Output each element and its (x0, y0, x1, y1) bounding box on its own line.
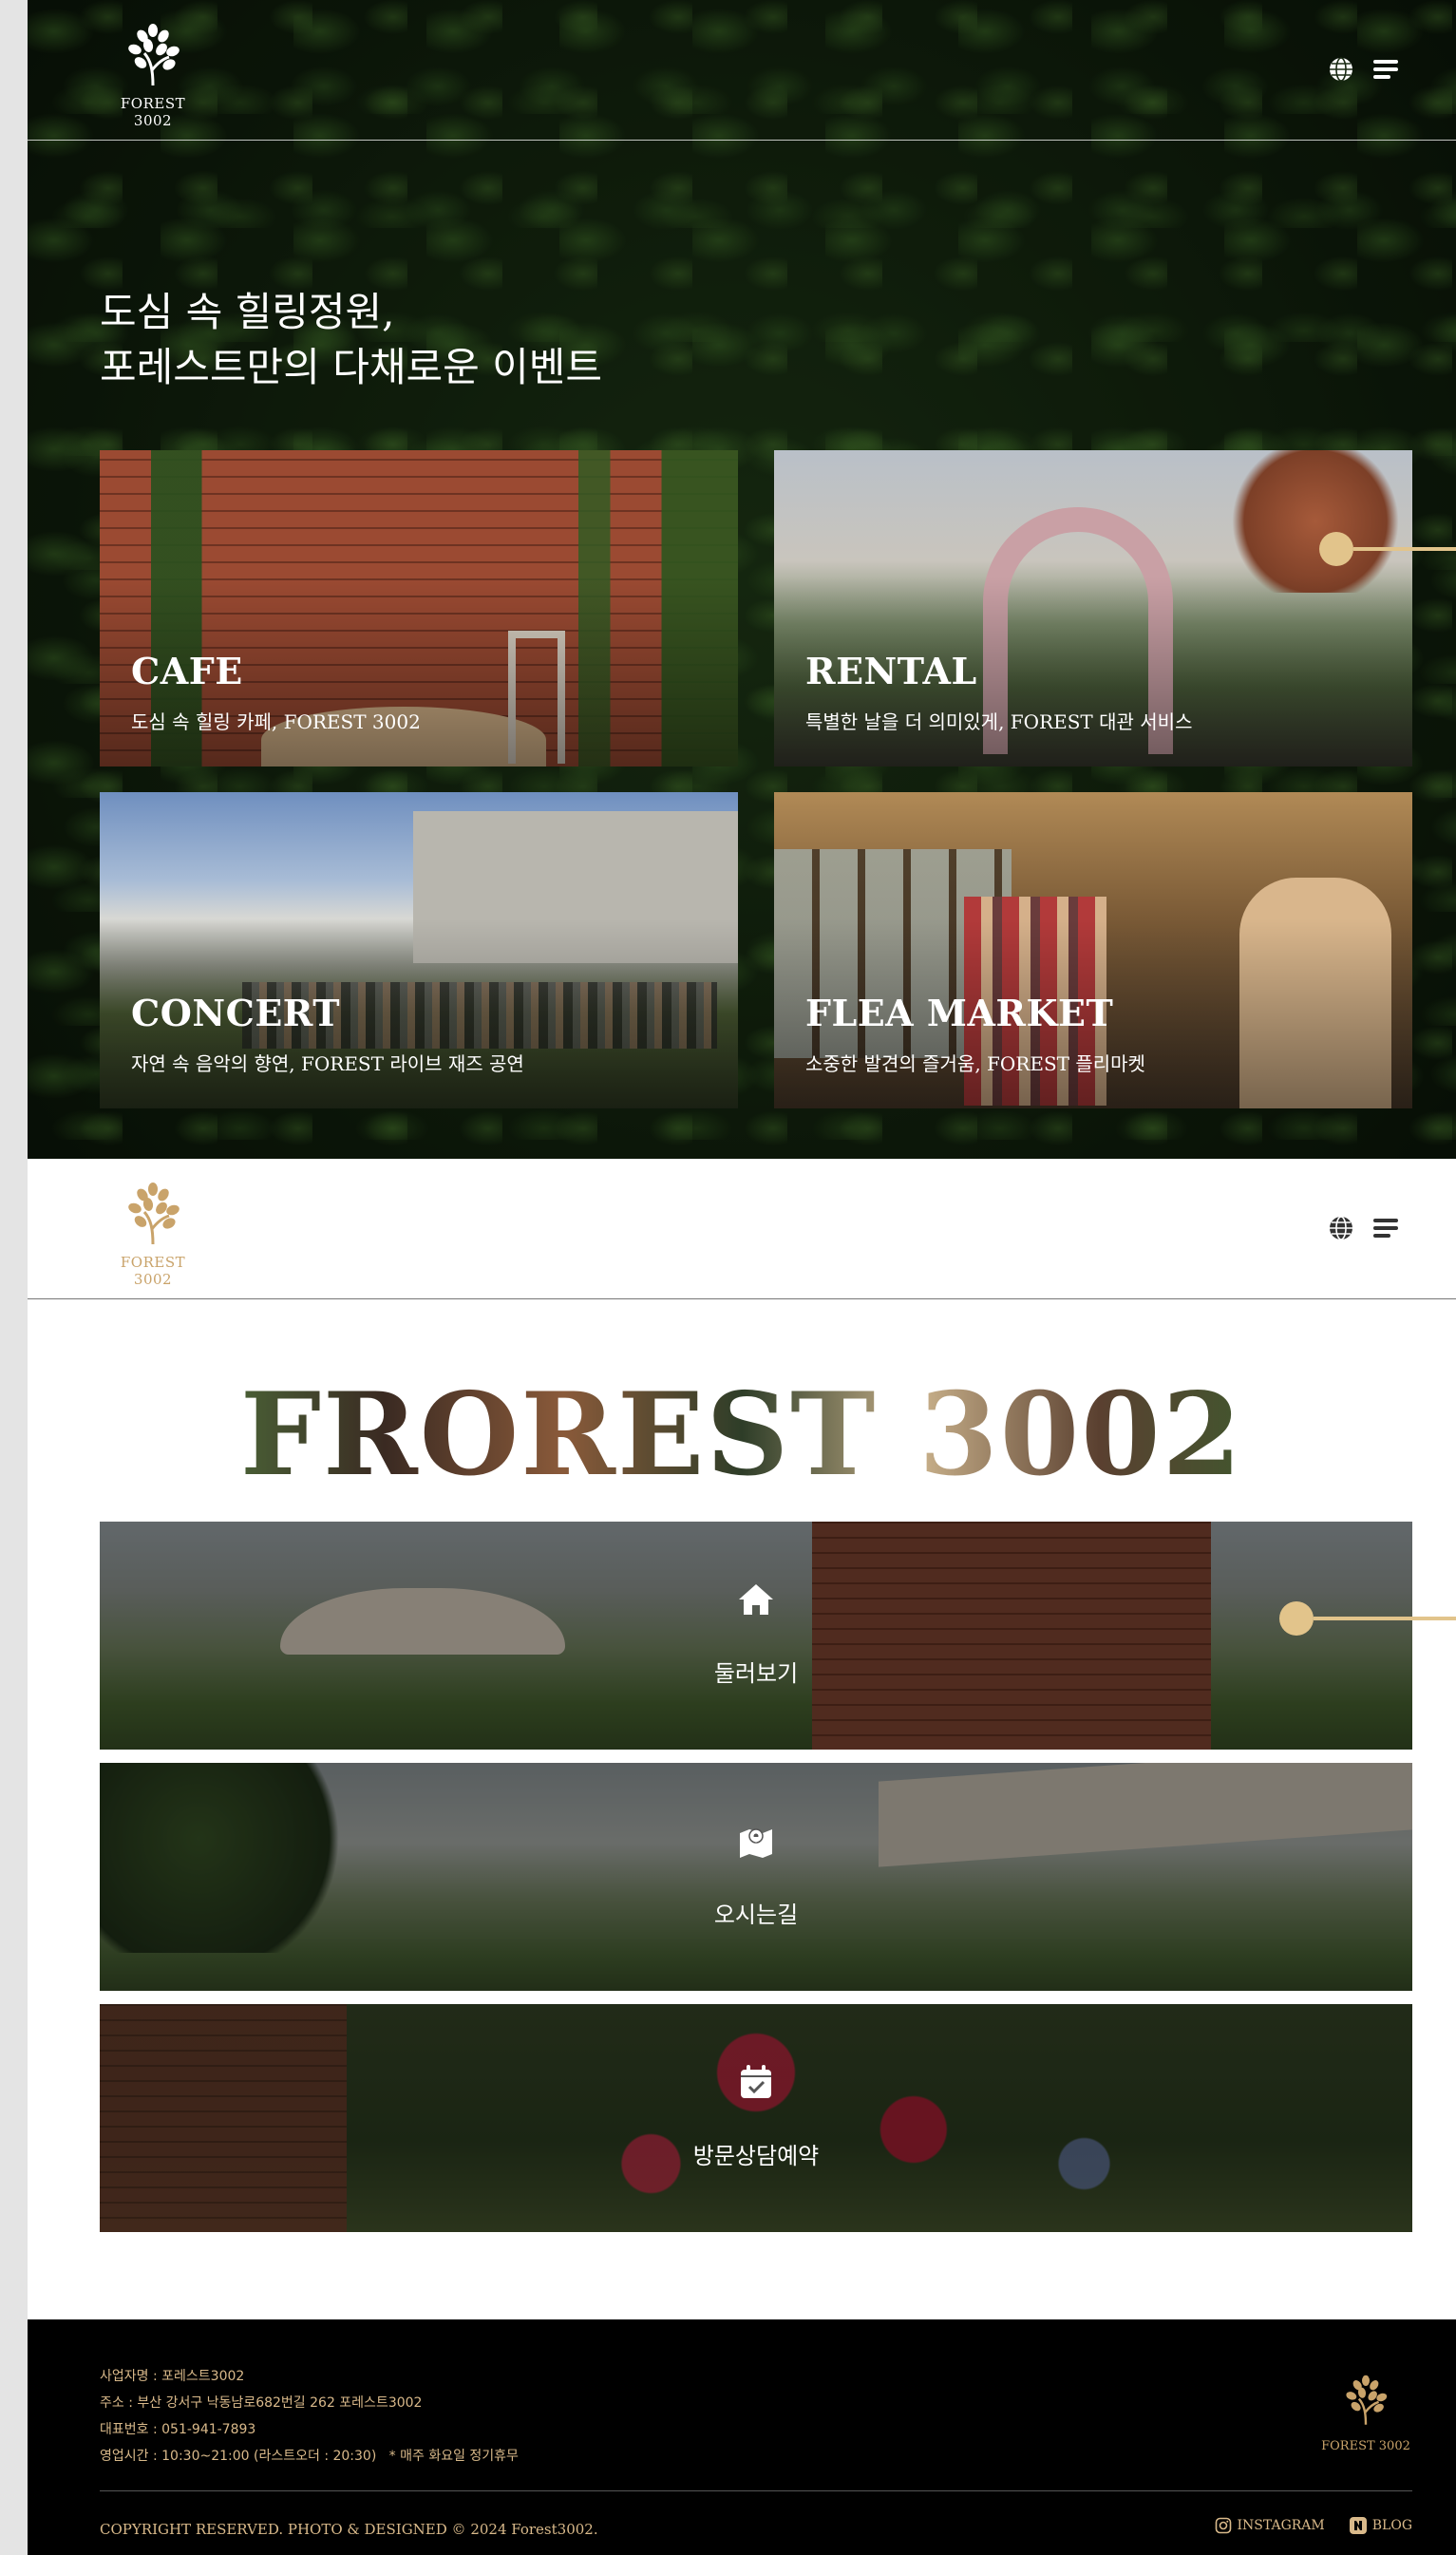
social-links: INSTAGRAM BLOG (1215, 2517, 1412, 2534)
brand-title: FROREST 3002 (28, 1368, 1456, 1502)
logo-text: FOREST 3002 (120, 95, 186, 129)
card-title: RENTAL (805, 650, 977, 692)
instagram-icon (1215, 2517, 1231, 2534)
blog-link[interactable]: BLOG (1349, 2517, 1412, 2534)
footer-logo[interactable]: FOREST 3002 (1314, 2373, 1418, 2453)
tree-logo-icon (128, 1183, 180, 1245)
footer: 사업자명 : 포레스트3002 주소 : 부산 강서구 낙동남로682번길 26… (28, 2319, 1456, 2555)
events-heading-line2: 포레스트만의 다채로운 이벤트 (100, 344, 603, 390)
events-section: FOREST 3002 도심 속 힐링정원, 포레스트만의 다채로운 이벤트 C… (28, 0, 1456, 1159)
instagram-label: INSTAGRAM (1237, 2518, 1325, 2533)
tile-directions[interactable]: 오시는길 (100, 1763, 1412, 1991)
tile-consultation[interactable]: 방문상담예약 (100, 2004, 1412, 2232)
logo[interactable]: FOREST 3002 (100, 23, 206, 129)
tile-label: 오시는길 (713, 1902, 799, 1928)
page: FOREST 3002 도심 속 힐링정원, 포레스트만의 다채로운 이벤트 C… (28, 0, 1456, 2555)
logo[interactable]: FOREST 3002 (100, 1182, 206, 1288)
events-heading-line1: 도심 속 힐링정원, (100, 289, 395, 335)
home-icon (739, 1584, 773, 1615)
footer-logo-text: FOREST 3002 (1321, 2439, 1410, 2453)
company-address: 주소 : 부산 강서구 낙동남로682번길 262 포레스트3002 (100, 2395, 423, 2411)
instagram-link[interactable]: INSTAGRAM (1215, 2517, 1325, 2534)
card-title: CAFE (131, 650, 243, 692)
card-title: CONCERT (131, 992, 340, 1034)
calendar-check-icon (741, 2065, 771, 2098)
logo-text: FOREST 3002 (120, 1254, 186, 1288)
company-name: 사업자명 : 포레스트3002 (100, 2369, 245, 2384)
tile-label: 방문상담예약 (692, 2143, 820, 2169)
menu-icon[interactable] (1372, 1214, 1401, 1242)
map-icon (740, 1828, 772, 1858)
scroll-indicator (1279, 1601, 1456, 1636)
business-hours: 영업시간 : 10:30~21:00 (라스트오더 : 20:30) * 매주 … (100, 2443, 519, 2470)
events-heading: 도심 속 힐링정원, 포레스트만의 다채로운 이벤트 (100, 285, 602, 395)
card-subtitle: 도심 속 힐링 카페, FOREST 3002 (131, 710, 421, 733)
card-concert[interactable]: CONCERT 자연 속 음악의 향연, FOREST 라이브 재즈 공연 (100, 792, 738, 1108)
menu-icon[interactable] (1372, 55, 1401, 84)
card-title: FLEA MARKET (805, 992, 1114, 1034)
holiday-note: * 매주 화요일 정기휴무 (388, 2449, 519, 2464)
blog-label: BLOG (1371, 2518, 1412, 2533)
footer-divider (100, 2490, 1412, 2491)
globe-icon[interactable] (1327, 55, 1355, 84)
header-dark: FOREST 3002 (28, 0, 1456, 141)
header-actions (1327, 55, 1401, 84)
hours-text: 영업시간 : 10:30~21:00 (라스트오더 : 20:30) (100, 2449, 377, 2464)
naver-blog-icon (1349, 2517, 1367, 2534)
card-cafe[interactable]: CAFE 도심 속 힐링 카페, FOREST 3002 (100, 450, 738, 766)
card-subtitle: 자연 속 음악의 향연, FOREST 라이브 재즈 공연 (131, 1052, 524, 1075)
card-flea-market[interactable]: FLEA MARKET 소중한 발견의 즐거움, FOREST 플리마켓 (774, 792, 1412, 1108)
tile-label: 둘러보기 (713, 1660, 799, 1687)
copyright: COPYRIGHT RESERVED. PHOTO & DESIGNED © 2… (100, 2521, 598, 2538)
tile-tour[interactable]: 둘러보기 (100, 1522, 1412, 1750)
company-phone: 대표번호 : 051-941-7893 (100, 2422, 256, 2437)
tree-logo-icon (128, 24, 180, 86)
scroll-indicator (1319, 532, 1456, 566)
event-cards: CAFE 도심 속 힐링 카페, FOREST 3002 RENTAL 특별한 … (100, 450, 1412, 1108)
card-subtitle: 소중한 발견의 즐거움, FOREST 플리마켓 (805, 1052, 1145, 1075)
card-rental[interactable]: RENTAL 특별한 날을 더 의미있게, FOREST 대관 서비스 (774, 450, 1412, 766)
globe-icon[interactable] (1327, 1214, 1355, 1242)
company-info: 사업자명 : 포레스트3002 주소 : 부산 강서구 낙동남로682번길 26… (100, 2363, 519, 2470)
header-light: FOREST 3002 (28, 1159, 1456, 1299)
card-subtitle: 특별한 날을 더 의미있게, FOREST 대관 서비스 (805, 710, 1193, 733)
tree-logo-icon (1346, 2375, 1388, 2425)
header-actions (1327, 1214, 1401, 1242)
